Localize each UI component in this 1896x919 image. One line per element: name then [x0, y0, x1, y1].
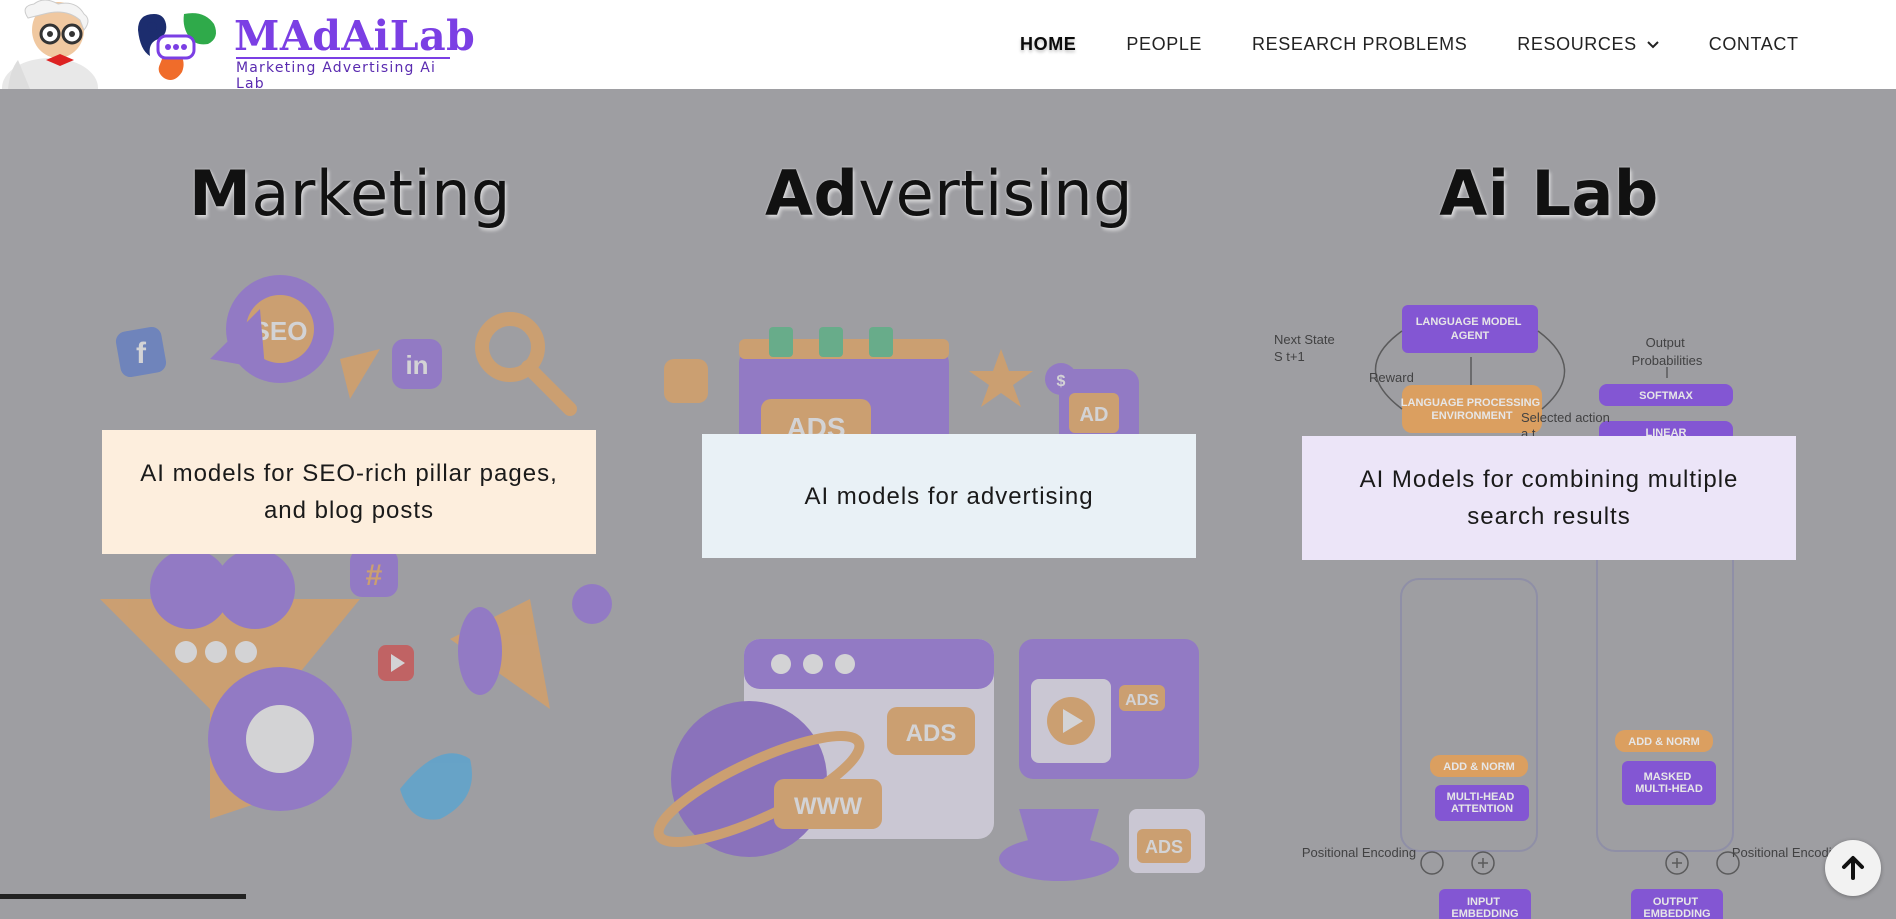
mha-line1: MULTI-HEAD — [1447, 791, 1515, 803]
advertising-title-rest: vertising — [858, 157, 1133, 230]
output-embedding-box: OUTPUT EMBEDDING — [1643, 896, 1710, 919]
nav-resources-label: RESOURCES — [1517, 34, 1637, 54]
main-nav: HOME PEOPLE RESEARCH PROBLEMS RESOURCES … — [1020, 34, 1849, 55]
positional-encoding-left: Positional Encoding — [1302, 845, 1416, 860]
ailab-card-text: AI Models for combining multiple search … — [1359, 466, 1739, 530]
marketing-column: Marketing f SEO in # AI models for SEO-r… — [50, 89, 650, 899]
linkedin-icon: in — [405, 350, 428, 380]
nav-research-problems[interactable]: RESEARCH PROBLEMS — [1252, 34, 1467, 55]
ads-label-3: ADS — [1125, 692, 1159, 709]
marketing-card-text: AI models for SEO-rich pillar pages, and… — [140, 460, 558, 524]
ailab-column: Ai Lab Output Probabilities SOFTMAX LINE… — [1249, 89, 1849, 919]
reward-label: Reward — [1369, 370, 1414, 385]
nav-contact[interactable]: CONTACT — [1709, 34, 1799, 55]
ailab-title-bold: Ai Lab — [1439, 157, 1659, 230]
arrow-up-icon — [1842, 856, 1864, 880]
ad-phone-label: AD — [1080, 404, 1109, 426]
advertising-column: Advertising ADS AD $ ADS WWW ADS ADS AI … — [649, 89, 1249, 899]
ailab-title: Ai Lab — [1249, 157, 1849, 230]
bottom-progress-bar — [0, 894, 246, 899]
output-probabilities-label: Output Probabilities — [1632, 335, 1703, 368]
output-label-line2: Probabilities — [1632, 353, 1703, 368]
nav-resources[interactable]: RESOURCES — [1517, 34, 1659, 55]
masked-line1: MASKED — [1644, 771, 1692, 783]
marketing-title: Marketing — [50, 157, 650, 230]
lp-line1: LANGUAGE PROCESSING — [1401, 397, 1540, 409]
output-label-line1: Output — [1646, 335, 1685, 350]
mha-line2: ATTENTION — [1451, 803, 1513, 815]
transformer-diagram: Output Probabilities SOFTMAX LINEAR ADD … — [1274, 305, 1846, 919]
marketing-title-bold: M — [189, 157, 252, 230]
marketing-title-rest: arketing — [251, 157, 511, 230]
nav-home[interactable]: HOME — [1020, 34, 1076, 55]
site-header: MAdAiLab Marketing Advertising Ai Lab HO… — [0, 0, 1896, 118]
add-norm-box-encoder: ADD & NORM — [1443, 761, 1515, 773]
facebook-icon: f — [136, 337, 147, 370]
advertising-card-text: AI models for advertising — [804, 482, 1094, 510]
oe-line1: OUTPUT — [1653, 896, 1699, 908]
professor-mascot-logo[interactable] — [0, 0, 100, 118]
oe-line2: EMBEDDING — [1643, 908, 1710, 919]
multi-head-attention-box: MULTI-HEAD ATTENTION — [1447, 791, 1518, 815]
advertising-card[interactable]: AI models for advertising — [702, 434, 1196, 558]
softmax-box: SOFTMAX — [1639, 390, 1693, 402]
brand-name[interactable]: MAdAiLab — [234, 12, 475, 60]
selected-action-label: Selected action — [1521, 410, 1610, 425]
ailab-card[interactable]: AI Models for combining multiple search … — [1302, 436, 1796, 560]
marketing-illustration: f SEO in # — [100, 275, 612, 820]
hero-section: Marketing f SEO in # AI models for SEO-r… — [0, 89, 1896, 919]
ie-line2: EMBEDDING — [1451, 908, 1518, 919]
lm-line1: LANGUAGE MODEL — [1416, 316, 1522, 328]
lm-line2: AGENT — [1451, 330, 1490, 342]
www-label: WWW — [794, 793, 862, 820]
lp-line2: ENVIRONMENT — [1431, 410, 1513, 422]
brand-tagline: Marketing Advertising Ai Lab — [236, 57, 450, 92]
marketing-card[interactable]: AI models for SEO-rich pillar pages, and… — [102, 430, 596, 554]
masked-attention-box: MASKED MULTI-HEAD — [1635, 771, 1703, 795]
scroll-to-top-button[interactable] — [1825, 840, 1881, 896]
ads-label-4: ADS — [1145, 837, 1183, 857]
ie-line1: INPUT — [1467, 896, 1500, 908]
ads-label-2: ADS — [906, 720, 957, 747]
brand-logo-icon[interactable] — [134, 10, 220, 84]
masked-line2: MULTI-HEAD — [1635, 783, 1703, 795]
add-norm-box-decoder: ADD & NORM — [1628, 736, 1700, 748]
advertising-title: Advertising — [649, 157, 1249, 230]
state-symbol: S t+1 — [1274, 349, 1305, 364]
nav-people[interactable]: PEOPLE — [1126, 34, 1202, 55]
dollar-icon: $ — [1057, 373, 1066, 390]
chevron-down-icon — [1647, 40, 1659, 48]
advertising-illustration: ADS AD $ ADS WWW ADS ADS — [653, 327, 1205, 881]
hashtag-icon: # — [366, 559, 383, 592]
next-state-label: Next State — [1274, 332, 1335, 347]
advertising-title-bold: Ad — [765, 157, 859, 230]
